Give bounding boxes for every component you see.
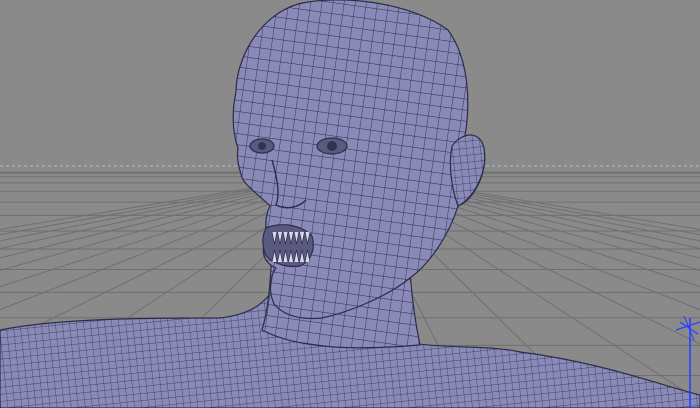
3d-viewport[interactable] — [0, 0, 700, 408]
left-pupil — [258, 142, 266, 150]
right-pupil — [327, 141, 337, 151]
viewport-canvas[interactable] — [0, 0, 700, 408]
